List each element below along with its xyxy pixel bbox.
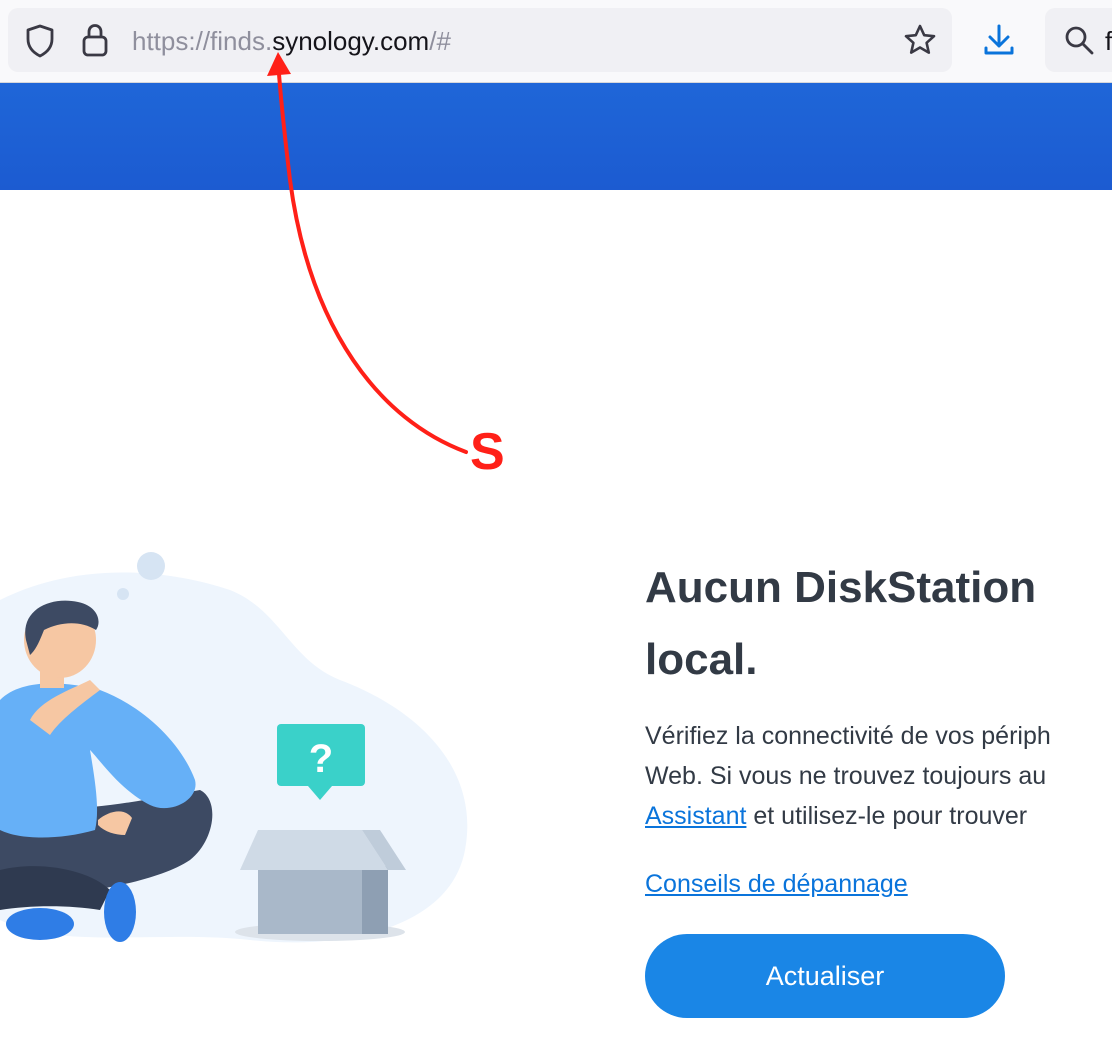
search-text[interactable]: f xyxy=(1105,26,1112,56)
desc-line-3-rest: et utilisez-le pour trouver xyxy=(746,802,1028,830)
refresh-button[interactable]: Actualiser xyxy=(645,934,1005,1018)
browser-toolbar: https://finds.synology.com/# f xyxy=(0,0,1112,83)
question-mark: ? xyxy=(309,737,333,781)
search-field[interactable]: f xyxy=(1045,8,1112,72)
page-header xyxy=(0,83,1112,190)
url-suffix: /# xyxy=(429,26,451,56)
bookmark-star-icon[interactable] xyxy=(902,23,938,57)
no-device-heading: Aucun DiskStation local. xyxy=(645,552,1112,696)
desc-line-3: Assistant et utilisez-le pour trouver xyxy=(645,796,1112,836)
url-prefix: https://finds. xyxy=(132,26,273,56)
illustration: ? xyxy=(0,552,468,943)
annotation-label: S xyxy=(470,423,505,481)
download-icon[interactable] xyxy=(982,22,1016,58)
assistant-link[interactable]: Assistant xyxy=(645,802,746,830)
desc-line-1: Vérifiez la connectivité de vos périph xyxy=(645,722,1051,750)
url-bar[interactable]: https://finds.synology.com/# xyxy=(8,8,952,72)
instructions-text: Vérifiez la connectivité de vos périph W… xyxy=(645,716,1112,836)
shield-icon[interactable] xyxy=(24,24,56,58)
heading-line-1: Aucun DiskStation xyxy=(645,563,1037,612)
desc-line-2: Web. Si vous ne trouvez toujours au xyxy=(645,762,1047,790)
url-domain: synology.com xyxy=(272,26,430,56)
url-text[interactable]: https://finds.synology.com/# xyxy=(132,26,451,56)
lock-icon[interactable] xyxy=(80,22,110,58)
heading-line-2: local. xyxy=(645,635,758,684)
troubleshooting-link[interactable]: Conseils de dépannage xyxy=(645,864,908,904)
search-icon[interactable] xyxy=(1063,24,1095,56)
